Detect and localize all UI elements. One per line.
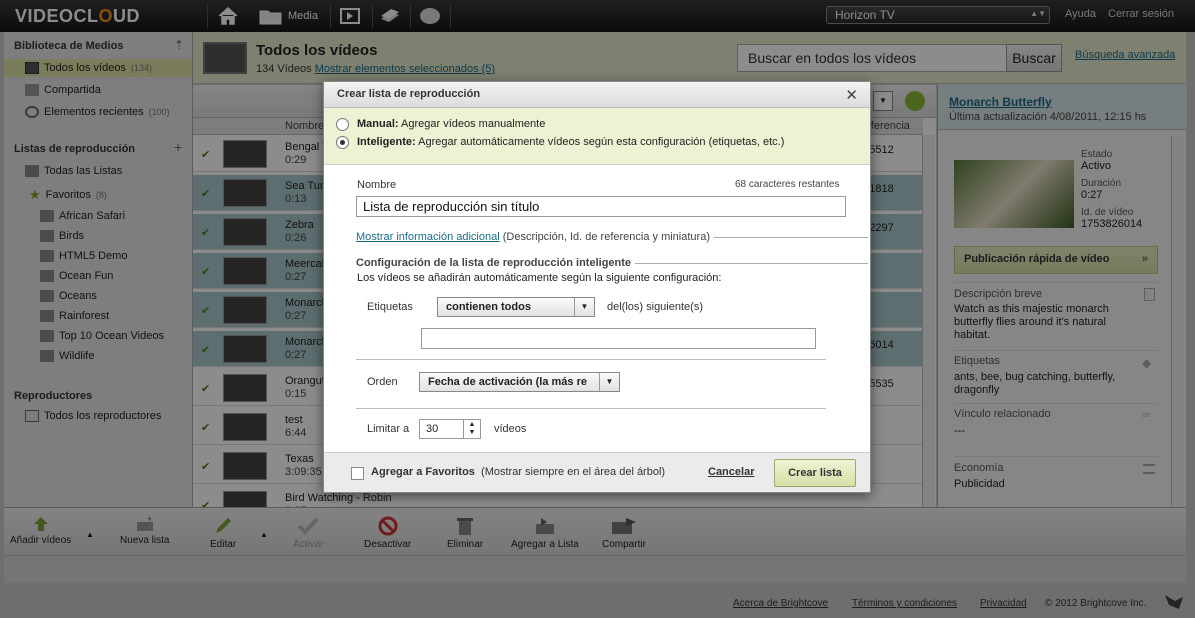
cancel-button[interactable]: Cancelar: [708, 466, 754, 478]
stepper-icon[interactable]: ▲ ▼: [463, 420, 480, 438]
divider: [356, 359, 826, 360]
chevron-down-icon: ▼: [599, 373, 619, 391]
smart-config-description: Los vídeos se añadirán automáticamente s…: [357, 272, 722, 284]
add-to-favorites-label[interactable]: Agregar a Favoritos (Mostrar siempre en …: [371, 466, 665, 478]
more-info-row: Mostrar información adicional (Descripci…: [356, 231, 714, 243]
manual-radio[interactable]: [336, 118, 349, 131]
limit-suffix: vídeos: [494, 423, 527, 435]
smart-config-heading: Configuración de la lista de reproducció…: [356, 257, 636, 269]
manual-option-label[interactable]: Manual: Agregar vídeos manualmente: [357, 118, 545, 130]
smart-option-label[interactable]: Inteligente: Agregar automáticamente víd…: [357, 136, 784, 148]
divider: [356, 408, 826, 409]
order-select[interactable]: Fecha de activación (la más re ▼: [419, 372, 620, 392]
tags-condition-select[interactable]: contienen todos ▼: [437, 297, 595, 317]
tags-field[interactable]: [421, 328, 816, 349]
dialog-footer: Agregar a Favoritos (Mostrar siempre en …: [324, 452, 870, 492]
limit-label: Limitar a: [367, 423, 410, 435]
name-label: Nombre: [357, 179, 397, 191]
dialog-title: Crear lista de reproducción: [324, 82, 870, 108]
tags-label: Etiquetas: [367, 301, 413, 313]
create-list-button[interactable]: Crear lista: [774, 459, 856, 487]
playlist-name-field[interactable]: Lista de reproducción sin título: [356, 196, 846, 217]
create-playlist-dialog: Crear lista de reproducción ✕ Manual: Ag…: [323, 81, 871, 493]
smart-radio[interactable]: [336, 136, 349, 149]
chevron-down-icon: ▼: [574, 298, 594, 316]
close-icon[interactable]: ✕: [845, 86, 858, 104]
playlist-mode-group: Manual: Agregar vídeos manualmente Intel…: [324, 108, 870, 165]
add-to-favorites-checkbox[interactable]: [351, 467, 364, 480]
chars-remaining: 68 caracteres restantes: [735, 179, 840, 190]
tags-suffix: del(los) siguiente(s): [607, 301, 703, 313]
order-label: Orden: [367, 376, 398, 388]
show-more-info-link[interactable]: Mostrar información adicional: [356, 231, 500, 243]
